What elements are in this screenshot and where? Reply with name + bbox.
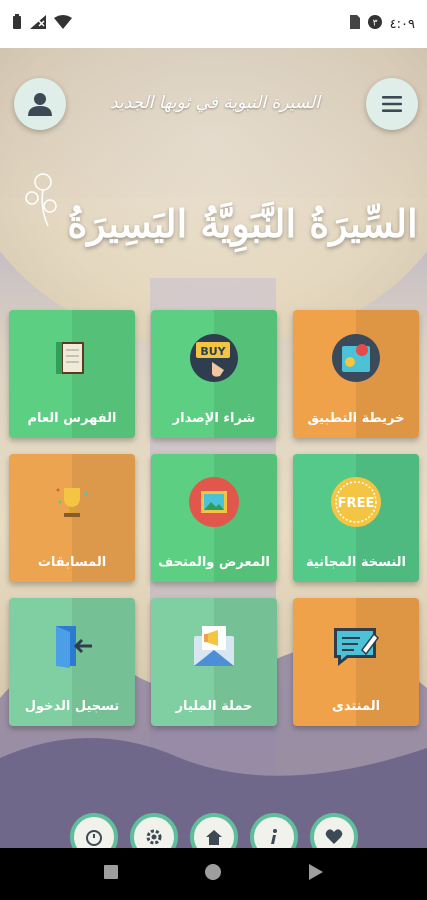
nav-home-button[interactable] bbox=[190, 813, 238, 848]
tile-label: حملة المليار bbox=[175, 699, 253, 714]
system-back-button[interactable] bbox=[308, 863, 324, 885]
tile-app-map[interactable]: خريطة التطبيق bbox=[293, 310, 419, 438]
nav-settings-button[interactable] bbox=[130, 813, 178, 848]
svg-text:٣: ٣ bbox=[372, 19, 377, 29]
square-icon bbox=[103, 865, 118, 879]
system-home-button[interactable] bbox=[204, 863, 222, 885]
status-left-icons bbox=[12, 14, 72, 34]
heart-icon bbox=[325, 829, 343, 844]
tile-billion-campaign[interactable]: حملة المليار bbox=[151, 598, 277, 726]
status-time: ٤:٠٩ bbox=[389, 16, 415, 32]
floral-ornament-icon bbox=[25, 173, 57, 227]
status-bar: ٣ ٤:٠٩ bbox=[0, 0, 427, 48]
status-right-info: ٣ ٤:٠٩ bbox=[348, 15, 415, 33]
tile-gallery-museum[interactable]: المعرض والمتحف bbox=[151, 454, 277, 582]
buy-sign-icon: BUY bbox=[188, 332, 240, 384]
tile-label: النسخة المجانية bbox=[305, 555, 407, 570]
tile-login[interactable]: تسجيل الدخول bbox=[9, 598, 135, 726]
user-icon bbox=[28, 93, 52, 116]
tile-label: المعرض والمتحف bbox=[158, 555, 270, 570]
tile-forum[interactable]: المنتدى bbox=[293, 598, 419, 726]
trophy-icon bbox=[46, 476, 98, 528]
tile-label: المنتدى bbox=[331, 699, 381, 714]
info-icon bbox=[271, 829, 277, 844]
svg-text:FREE: FREE bbox=[338, 496, 375, 511]
sim-icon bbox=[348, 15, 360, 33]
tile-label: تسجيل الدخول bbox=[24, 699, 120, 714]
tile-label: خريطة التطبيق bbox=[307, 411, 405, 426]
tile-general-index[interactable]: الفهرس العام bbox=[9, 310, 135, 438]
free-badge-icon: FREE bbox=[330, 476, 382, 528]
tile-label: شراء الإصدار bbox=[172, 411, 256, 426]
login-door-icon bbox=[46, 620, 98, 672]
profile-button[interactable] bbox=[14, 78, 66, 130]
recent-apps-button[interactable] bbox=[103, 864, 119, 884]
circle-icon bbox=[205, 864, 222, 880]
battery-icon bbox=[12, 14, 22, 34]
tile-free-version[interactable]: FREE النسخة المجانية bbox=[293, 454, 419, 582]
app-screen: السيرة النبوية في ثوبها الجديد السِّيرَة… bbox=[0, 48, 427, 848]
alarm-icon bbox=[86, 830, 102, 846]
tile-label: الفهرس العام bbox=[27, 411, 117, 426]
app-subtitle: السيرة النبوية في ثوبها الجديد bbox=[110, 93, 320, 113]
nav-alarm-button[interactable] bbox=[70, 813, 118, 848]
wifi-icon bbox=[54, 15, 72, 33]
gear-icon bbox=[146, 829, 162, 845]
notification-icon: ٣ bbox=[367, 15, 382, 33]
picture-frame-icon bbox=[188, 476, 240, 528]
svg-text:BUY: BUY bbox=[200, 345, 226, 358]
back-triangle-icon bbox=[309, 864, 324, 880]
nav-favorites-button[interactable] bbox=[310, 813, 358, 848]
forum-chat-icon bbox=[330, 620, 382, 672]
system-nav-bar bbox=[0, 848, 427, 900]
bottom-nav bbox=[0, 813, 427, 848]
hamburger-menu-icon bbox=[382, 96, 402, 112]
signal-icon bbox=[30, 15, 46, 33]
tile-competitions[interactable]: المسابقات bbox=[9, 454, 135, 582]
book-icon bbox=[46, 332, 98, 384]
main-menu-grid: خريطة التطبيق BUY شراء الإصدار الفهرس ال… bbox=[7, 310, 421, 730]
menu-button[interactable] bbox=[366, 78, 418, 130]
megaphone-mail-icon bbox=[188, 620, 240, 672]
tile-buy-version[interactable]: BUY شراء الإصدار bbox=[151, 310, 277, 438]
tile-label: المسابقات bbox=[37, 555, 107, 570]
app-title: السِّيرَةُ النَّبَوِيَّةُ اليَسِيرَةُ bbox=[67, 200, 418, 246]
map-pin-icon bbox=[330, 332, 382, 384]
home-icon bbox=[206, 830, 222, 845]
nav-info-button[interactable] bbox=[250, 813, 298, 848]
